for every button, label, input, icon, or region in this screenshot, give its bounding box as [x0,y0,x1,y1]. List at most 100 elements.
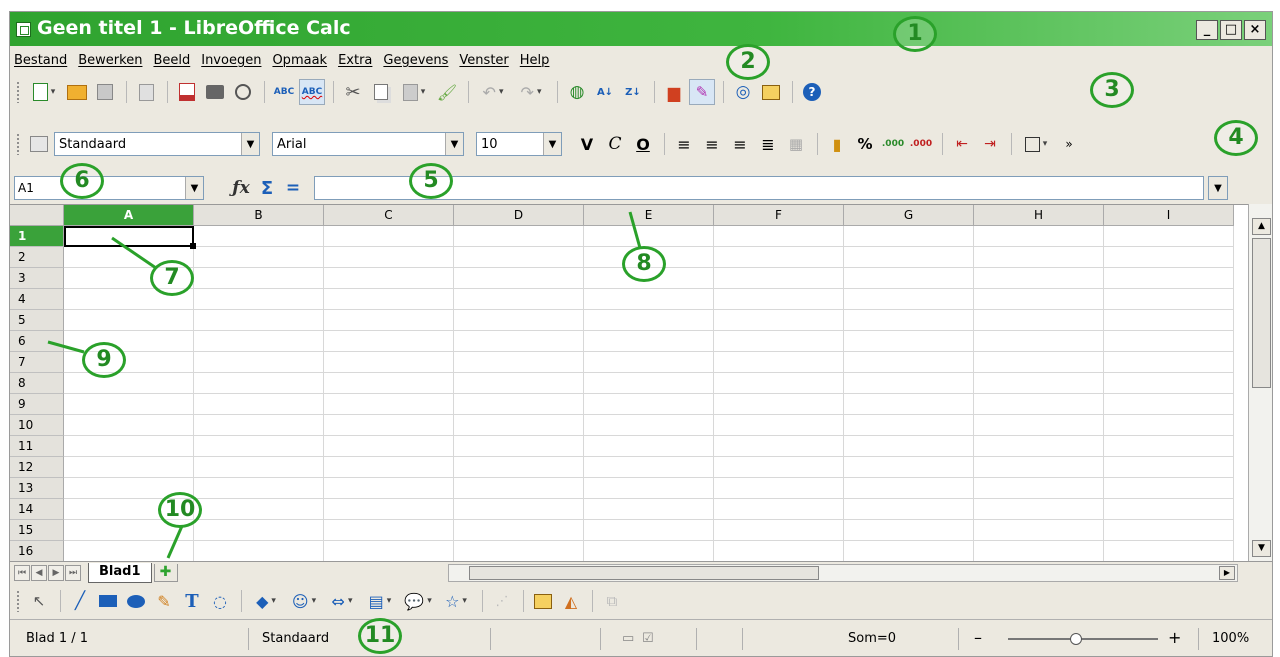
cell[interactable] [194,247,324,268]
cell[interactable] [194,268,324,289]
cell[interactable] [844,394,974,415]
redo-button[interactable]: ↷ [513,79,549,105]
underline-button[interactable]: O [630,131,656,157]
cell[interactable] [64,373,194,394]
menu-help[interactable]: Help [520,53,550,68]
cell[interactable] [324,415,454,436]
minimize-button[interactable]: _ [1196,20,1218,40]
row-header[interactable]: 4 [10,289,64,310]
cell[interactable] [584,415,714,436]
scroll-up-icon[interactable]: ▲ [1252,218,1271,235]
cell[interactable] [324,436,454,457]
align-right-button[interactable]: ≡ [727,131,753,157]
style-select[interactable]: Standaard ▼ [54,132,260,156]
cell[interactable] [324,310,454,331]
font-name-select[interactable]: Arial ▼ [272,132,464,156]
percent-format-button[interactable]: % [852,131,878,157]
cell[interactable] [844,268,974,289]
row-header[interactable]: 5 [10,310,64,331]
chevron-down-icon[interactable]: ▼ [445,133,463,155]
cell[interactable] [844,457,974,478]
navigator-button[interactable]: ◎ [730,79,756,105]
cell[interactable] [64,415,194,436]
cell[interactable] [974,310,1104,331]
new-document-button[interactable] [26,79,62,105]
toolbar-grip[interactable] [16,590,20,612]
cell[interactable] [974,331,1104,352]
select-all-corner[interactable] [10,205,64,226]
cell[interactable] [844,499,974,520]
cell[interactable] [1104,457,1234,478]
cell[interactable] [714,478,844,499]
cell[interactable] [1104,415,1234,436]
cell[interactable] [324,541,454,561]
extrusion-button[interactable]: ⧉ [599,588,625,614]
cell[interactable] [64,331,194,352]
menu-invoegen[interactable]: Invoegen [201,53,261,68]
open-button[interactable] [64,79,90,105]
copy-button[interactable] [368,79,394,105]
cell[interactable] [64,457,194,478]
cell[interactable] [324,478,454,499]
zoom-out-icon[interactable]: – [974,628,982,647]
row-header[interactable]: 12 [10,457,64,478]
name-box[interactable]: A1 ▼ [14,176,204,200]
cell[interactable] [844,289,974,310]
cell[interactable] [714,247,844,268]
scroll-thumb[interactable] [469,566,819,580]
increase-indent-button[interactable]: ⇥ [977,131,1003,157]
cell[interactable] [974,373,1104,394]
menu-extra[interactable]: Extra [338,53,372,68]
cell[interactable] [844,247,974,268]
delete-decimal-button[interactable]: .000 [908,131,934,157]
column-header[interactable]: I [1104,205,1234,226]
freeform-button[interactable]: ✎ [151,588,177,614]
cell[interactable] [844,541,974,561]
undo-button[interactable]: ↶ [475,79,511,105]
scroll-right-icon[interactable]: ▶ [1219,566,1235,580]
cell[interactable] [844,415,974,436]
menu-gegevens[interactable]: Gegevens [383,53,448,68]
cell[interactable] [714,415,844,436]
column-header[interactable]: D [454,205,584,226]
cell[interactable] [584,478,714,499]
title-bar[interactable]: Geen titel 1 - LibreOffice Calc _ □ × [10,12,1272,46]
cell[interactable] [584,499,714,520]
cell[interactable] [194,373,324,394]
cell[interactable] [584,457,714,478]
cell[interactable] [1104,331,1234,352]
cell[interactable] [714,226,844,247]
select-button[interactable]: ↖ [26,588,52,614]
symbol-shapes-button[interactable]: ☺ [286,588,322,614]
font-size-select[interactable]: 10 ▼ [476,132,562,156]
cell[interactable] [974,499,1104,520]
cell[interactable] [194,541,324,561]
scroll-thumb[interactable] [1252,238,1271,388]
menu-bewerken[interactable]: Bewerken [78,53,142,68]
row-header[interactable]: 9 [10,394,64,415]
cell[interactable] [584,394,714,415]
print-preview-button[interactable] [230,79,256,105]
more-tools-button[interactable]: » [1056,131,1082,157]
cell[interactable] [1104,226,1234,247]
row-header[interactable]: 16 [10,541,64,561]
currency-format-button[interactable]: ▮ [824,131,850,157]
cell[interactable] [454,310,584,331]
align-left-button[interactable]: ≡ [671,131,697,157]
from-file-button[interactable]: ◭ [558,588,584,614]
cell[interactable] [714,331,844,352]
fontwork-button[interactable] [530,588,556,614]
cell[interactable] [1104,268,1234,289]
rectangle-button[interactable] [95,588,121,614]
cell[interactable] [714,310,844,331]
cell[interactable] [64,310,194,331]
cell[interactable] [454,373,584,394]
cell[interactable] [584,520,714,541]
cell[interactable] [974,520,1104,541]
cell[interactable] [844,226,974,247]
row-header[interactable]: 1 [10,226,64,247]
cell[interactable] [324,289,454,310]
sheet-tab-blad1[interactable]: Blad1 [88,562,152,583]
flowchart-button[interactable]: ▤ [362,588,398,614]
zoom-slider[interactable] [1008,638,1158,640]
